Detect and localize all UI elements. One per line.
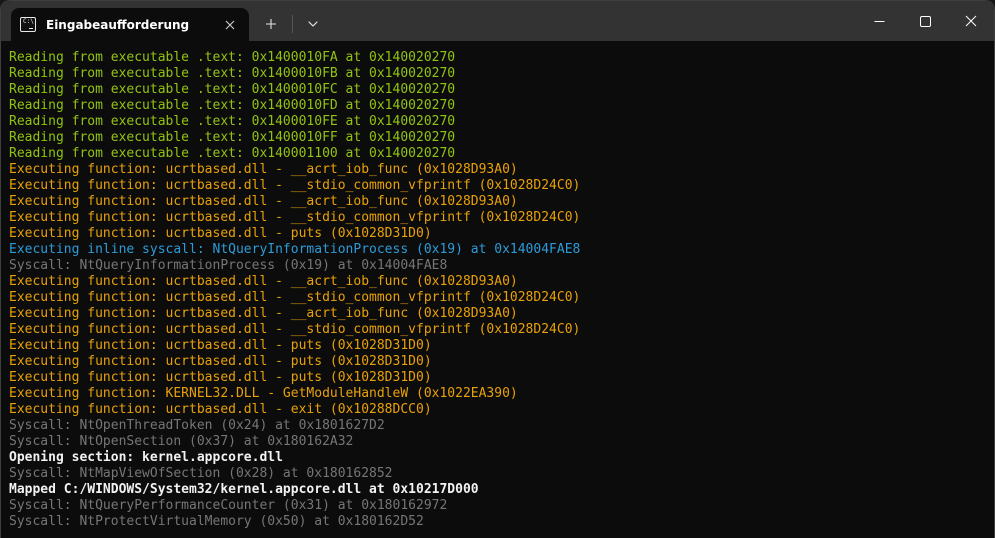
terminal-line: Syscall: NtMapViewOfSection (0x28) at 0x… [9, 466, 986, 482]
terminal-line: Executing function: ucrtbased.dll - __st… [9, 322, 986, 338]
terminal-line: Executing function: ucrtbased.dll - puts… [9, 370, 986, 386]
minimize-button[interactable] [856, 1, 902, 41]
title-bar: C:\ Eingabeaufforderung [1, 1, 994, 41]
terminal-line: Syscall: NtProtectVirtualMemory (0x50) a… [9, 514, 986, 530]
terminal-line: Executing function: KERNEL32.DLL - GetMo… [9, 386, 986, 402]
terminal-line: Executing function: ucrtbased.dll - puts… [9, 226, 986, 242]
cmd-icon-cursor [29, 28, 33, 29]
terminal-line: Executing function: ucrtbased.dll - __st… [9, 210, 986, 226]
terminal-line: Reading from executable .text: 0x1400010… [9, 82, 986, 98]
window-controls [856, 1, 994, 41]
close-button[interactable] [948, 1, 994, 41]
title-bar-drag-region[interactable] [328, 1, 856, 41]
terminal-line: Executing function: ucrtbased.dll - puts… [9, 354, 986, 370]
terminal-line: Reading from executable .text: 0x1400010… [9, 114, 986, 130]
terminal-line: Executing function: ucrtbased.dll - puts… [9, 338, 986, 354]
terminal-output[interactable]: Reading from executable .text: 0x1400010… [1, 41, 994, 538]
new-tab-button[interactable] [255, 10, 287, 38]
tab-dropdown-button[interactable] [298, 10, 328, 38]
terminal-line: Reading from executable .text: 0x1400010… [9, 98, 986, 114]
terminal-line: Executing function: ucrtbased.dll - __st… [9, 178, 986, 194]
terminal-line: Executing function: ucrtbased.dll - exit… [9, 402, 986, 418]
tab-title: Eingabeaufforderung [46, 18, 219, 32]
terminal-window: C:\ Eingabeaufforderung [0, 0, 995, 538]
terminal-line: Syscall: NtQueryInformationProcess (0x19… [9, 258, 986, 274]
terminal-line: Syscall: NtOpenSection (0x37) at 0x18016… [9, 434, 986, 450]
tab-bar-divider [292, 15, 293, 33]
terminal-line: Reading from executable .text: 0x1400011… [9, 146, 986, 162]
terminal-line: Executing function: ucrtbased.dll - __ac… [9, 306, 986, 322]
terminal-line: Syscall: NtQueryPerformanceCounter (0x31… [9, 498, 986, 514]
terminal-line: Syscall: NtOpenThreadToken (0x24) at 0x1… [9, 418, 986, 434]
terminal-line: Executing inline syscall: NtQueryInforma… [9, 242, 986, 258]
cmd-icon-text: C:\ [23, 19, 34, 25]
terminal-line: Opening section: kernel.appcore.dll [9, 450, 986, 466]
tab-close-icon[interactable] [219, 14, 241, 36]
terminal-line: Executing function: ucrtbased.dll - __ac… [9, 194, 986, 210]
terminal-line: Executing function: ucrtbased.dll - __ac… [9, 162, 986, 178]
terminal-line: Reading from executable .text: 0x1400010… [9, 66, 986, 82]
terminal-line: Executing function: ucrtbased.dll - __ac… [9, 274, 986, 290]
maximize-button[interactable] [902, 1, 948, 41]
tab-eingabeaufforderung[interactable]: C:\ Eingabeaufforderung [11, 8, 249, 41]
cmd-icon: C:\ [20, 17, 36, 32]
terminal-line: Reading from executable .text: 0x1400010… [9, 50, 986, 66]
terminal-line: Executing function: ucrtbased.dll - __st… [9, 290, 986, 306]
terminal-line: Mapped C:/WINDOWS/System32/kernel.appcor… [9, 482, 986, 498]
terminal-line: Reading from executable .text: 0x1400010… [9, 130, 986, 146]
